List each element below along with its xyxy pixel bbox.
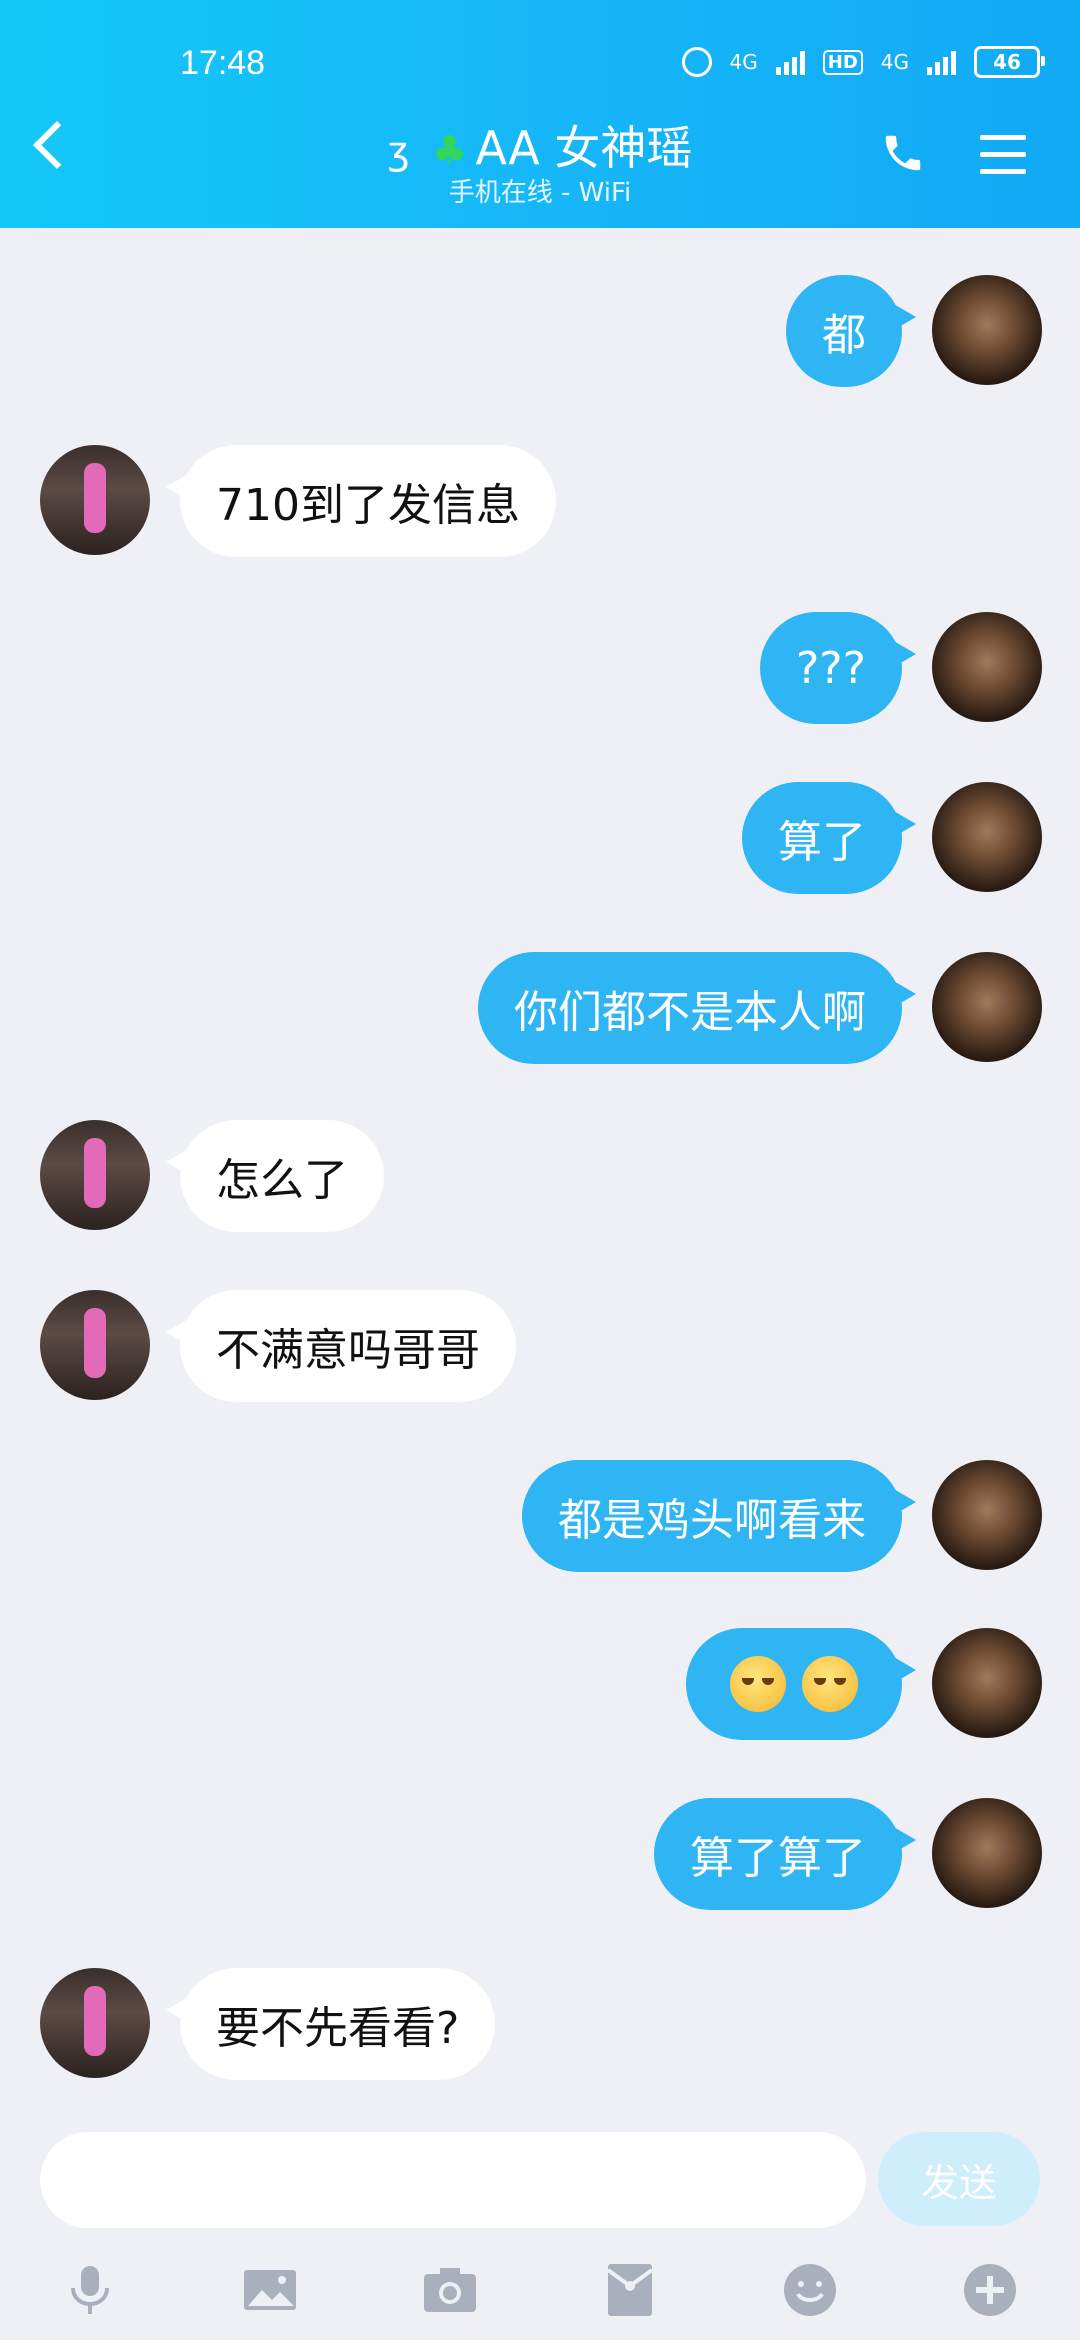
signal-icon — [775, 49, 805, 75]
online-status: 手机在线 - WiFi — [448, 178, 632, 208]
message-bubble-received[interactable]: 怎么了 — [166, 1120, 384, 1232]
ear-icon: ʒ — [387, 129, 410, 173]
my-avatar[interactable] — [932, 1798, 1042, 1908]
contact-name: AA 女神瑶 — [475, 121, 693, 175]
status-bar: 17:48 4G HD 4G 46 — [0, 40, 1080, 90]
message-bubble-received[interactable]: 710到了发信息 — [166, 445, 556, 557]
battery-icon: 46 — [974, 46, 1045, 78]
my-avatar[interactable] — [932, 275, 1042, 385]
network-label-1: 4G — [729, 50, 758, 74]
message-bubble-sent[interactable]: 算了算了 — [654, 1798, 916, 1910]
message-bubble-sent[interactable]: 都 — [786, 275, 916, 387]
message-bubble-sent[interactable]: 你们都不是本人啊 — [478, 952, 916, 1064]
plus-icon[interactable] — [960, 2260, 1020, 2320]
microphone-icon[interactable] — [60, 2260, 120, 2320]
my-avatar[interactable] — [932, 1460, 1042, 1570]
message-bubble-received[interactable]: 不满意吗哥哥 — [166, 1290, 516, 1402]
contact-avatar[interactable] — [40, 1968, 150, 2078]
phone-call-icon[interactable] — [880, 130, 926, 176]
send-button[interactable]: 发送 — [878, 2132, 1040, 2226]
network-label-2: 4G — [880, 50, 909, 74]
message-bubble-received[interactable]: 要不先看看? — [165, 1968, 496, 2080]
menu-icon[interactable] — [980, 135, 1026, 175]
status-icons: 4G HD 4G 46 — [681, 46, 1045, 78]
message-bubble-sent[interactable]: 算了 — [742, 782, 916, 894]
camera-icon[interactable] — [420, 2260, 480, 2320]
battery-level: 46 — [993, 50, 1021, 74]
message-bubble-sent[interactable]: 都是鸡头啊看来 — [522, 1460, 916, 1572]
message-input[interactable] — [40, 2132, 866, 2228]
signal-icon-2 — [927, 49, 956, 75]
contact-avatar[interactable] — [40, 445, 150, 555]
hd-badge: HD — [822, 49, 863, 75]
pleading-face-emoji-icon — [730, 1656, 786, 1712]
red-packet-icon[interactable] — [600, 2260, 660, 2320]
contact-avatar[interactable] — [40, 1290, 150, 1400]
my-avatar[interactable] — [932, 952, 1042, 1062]
status-time: 17:48 — [180, 44, 266, 82]
input-toolbar — [0, 2250, 1080, 2330]
emoji-icon[interactable] — [780, 2260, 840, 2320]
contact-avatar[interactable] — [40, 1120, 150, 1230]
my-avatar[interactable] — [932, 782, 1042, 892]
chat-header: 17:48 4G HD 4G 46 ʒ ♣ AA 女神瑶 手机在线 - WiFi — [0, 0, 1080, 228]
my-avatar[interactable] — [932, 1628, 1042, 1738]
sprout-icon: ♣ — [431, 128, 468, 174]
pleading-face-emoji-icon — [802, 1656, 858, 1712]
my-avatar[interactable] — [932, 612, 1042, 722]
message-bubble-emoji[interactable] — [686, 1628, 916, 1740]
image-icon[interactable] — [240, 2260, 300, 2320]
message-bubble-sent[interactable]: ??? — [759, 612, 917, 724]
alarm-icon — [681, 47, 712, 77]
